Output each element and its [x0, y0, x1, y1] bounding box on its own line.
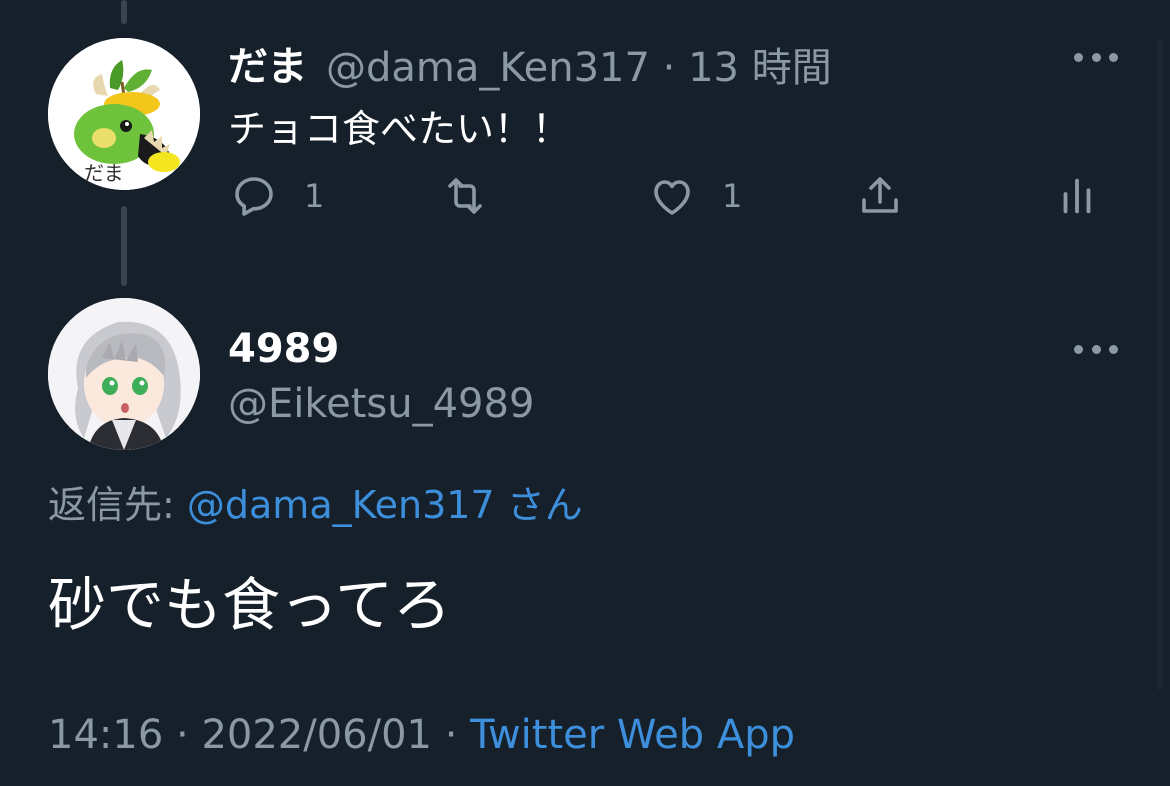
tweet-date[interactable]: 2022/06/01	[201, 712, 432, 758]
reply-count: 1	[304, 177, 325, 215]
share-button[interactable]	[856, 172, 904, 220]
thread-line-connector	[121, 206, 127, 286]
thread-line-top	[121, 0, 127, 24]
like-icon	[654, 180, 690, 215]
tweet-time[interactable]: 13 時間	[688, 45, 832, 91]
client-link[interactable]: Twitter Web App	[470, 712, 795, 758]
tweet-metadata: 14:16 · 2022/06/01 · Twitter Web App	[48, 712, 795, 758]
author-handle-and-time[interactable]: @dama_Ken317 · 13 時間	[326, 35, 832, 93]
reply-to-line: 返信先: @dama_Ken317 さん	[48, 474, 583, 529]
share-icon	[862, 177, 898, 213]
meta-separator: ·	[163, 712, 202, 758]
tweet-text: 砂でも食ってろ	[48, 571, 452, 639]
like-button[interactable]: 1	[648, 172, 742, 220]
tweet-time[interactable]: 14:16	[48, 712, 163, 758]
tweet-text: チョコ食べたい！！	[228, 107, 571, 151]
time-separator: ·	[662, 45, 676, 91]
analytics-button[interactable]	[1054, 172, 1100, 220]
author-name[interactable]: だま	[228, 34, 307, 92]
more-icon[interactable]	[1074, 342, 1118, 356]
author-handle[interactable]: @dama_Ken317	[326, 45, 650, 91]
author-handle[interactable]: @Eiketsu_4989	[228, 381, 534, 427]
reply-button[interactable]: 1	[230, 172, 324, 220]
svg-text:だま: だま	[84, 161, 124, 185]
author-name[interactable]: 4989	[228, 326, 339, 372]
meta-separator: ·	[431, 712, 471, 758]
like-count: 1	[722, 177, 743, 215]
reply-icon	[235, 177, 273, 216]
reply-to-prefix: 返信先:	[48, 483, 187, 527]
more-icon[interactable]	[1074, 50, 1118, 64]
reply-to-suffix: さん	[494, 483, 583, 527]
reply-to-handle[interactable]: @dama_Ken317	[187, 483, 495, 527]
analytics-icon	[1063, 178, 1091, 214]
scrollbar[interactable]	[1157, 40, 1163, 690]
avatar-4989[interactable]	[48, 298, 200, 450]
retweet-button[interactable]	[440, 172, 490, 220]
avatar-dama[interactable]: だま	[48, 38, 200, 190]
retweet-icon	[448, 178, 482, 214]
